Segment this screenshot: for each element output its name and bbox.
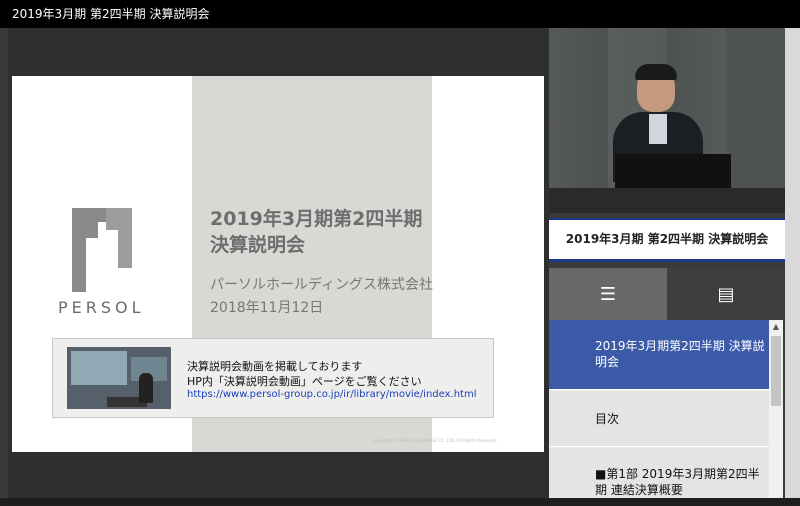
slide-date: 2018年11月12日 [210,300,324,316]
video-thumbnail[interactable] [67,347,171,409]
chapter-item-contents[interactable]: 目次 [549,391,769,447]
sidebar-tabs: ☰ ▤ [549,268,785,320]
window-bottom-edge [0,498,800,506]
video-notice-box: 決算説明会動画を掲載しております HP内「決算説明会動画」ページをご覧ください … [52,338,494,418]
notice-line1: 決算説明会動画を掲載しております [187,360,363,373]
speaker-video[interactable] [549,28,785,213]
notice-line2: HP内「決算説明会動画」ページをご覧ください [187,375,422,388]
chapter-item-part1[interactable]: ■第1部 2019年3月期第2四半期 連結決算概要 [549,448,769,498]
list-icon: ☰ [599,283,617,305]
notice-link[interactable]: https://www.persol-group.co.jp/ir/librar… [187,389,477,400]
scroll-thumb[interactable] [771,336,781,406]
slide-title: 2019年3月期第2四半期 決算説明会 [210,206,470,258]
slide-company: パーソルホールディングス株式会社 [210,277,434,293]
slide-title-line2: 決算説明会 [210,234,306,256]
event-title: 2019年3月期 第2四半期 決算説明会 [549,218,785,262]
persol-logo-icon [72,208,132,292]
window-right-edge [785,28,800,506]
notes-icon: ▤ [717,283,735,305]
logo-text: PERSOL [58,298,145,317]
window-title-bar: 2019年3月期 第2四半期 決算説明会 [0,0,800,28]
tab-toc[interactable]: ☰ [549,268,667,320]
tab-notes[interactable]: ▤ [667,268,785,320]
scroll-up-icon[interactable]: ▲ [769,320,783,334]
slide-copyright: Copyright © PERSOL HOLDINGS CO., LTD. Al… [372,438,497,443]
slide-title-line1: 2019年3月期第2四半期 [210,208,423,230]
window-title: 2019年3月期 第2四半期 決算説明会 [12,7,210,21]
slide: PERSOL 2019年3月期第2四半期 決算説明会 パーソルホールディングス株… [12,76,544,452]
chapter-list-scrollbar[interactable]: ▲ [769,320,783,498]
chapter-list: 2019年3月期第2四半期 決算説明会 目次 ■第1部 2019年3月期第2四半… [549,320,769,498]
chapter-item-cover[interactable]: 2019年3月期第2四半期 決算説明会 [549,320,769,390]
